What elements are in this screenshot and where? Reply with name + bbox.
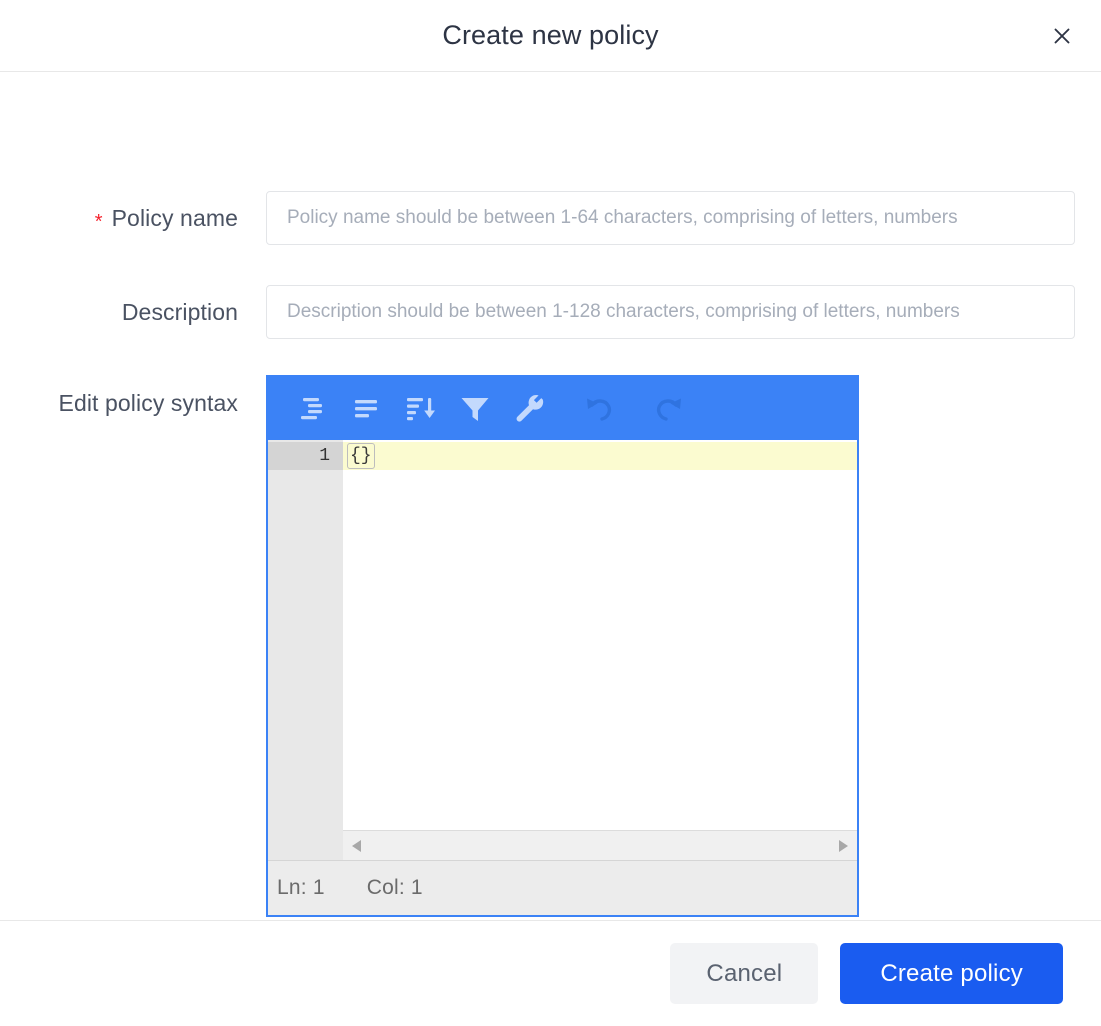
line-indicator: Ln: 1 [277,876,325,899]
editor-toolbar [268,377,857,440]
repair-button[interactable] [502,377,556,440]
dialog-body: * Policy name Description Edit policy syn… [0,72,1101,920]
dialog-footer: Cancel Create policy [0,920,1101,1026]
align-indent-icon [298,396,328,422]
horizontal-scrollbar[interactable] [343,830,857,860]
chevron-left-icon[interactable] [349,838,365,854]
page-title: Create new policy [442,20,659,50]
filter-button[interactable] [448,377,502,440]
close-button[interactable] [1045,19,1079,53]
policy-name-label: * Policy name [0,191,238,249]
policy-name-row: * Policy name [0,191,1101,249]
column-indicator: Col: 1 [366,876,423,899]
code-scroll-region[interactable]: {} [343,440,857,830]
editor-status-bar: Ln: 1 Col: 1 [268,860,857,915]
create-policy-button[interactable]: Create policy [840,943,1063,1004]
sort-descending-icon [405,395,437,423]
editor-row: Edit policy syntax 1 {} Ln: 1 Col: 1 [0,375,1101,917]
description-row: Description [0,285,1101,339]
redo-button[interactable] [642,377,696,440]
cancel-button[interactable]: Cancel [670,943,819,1004]
code-line[interactable]: {} [343,442,857,470]
line-number: 1 [268,442,343,470]
create-policy-dialog: Create new policy * Policy name Descripti… [0,0,1101,1026]
chevron-right-icon[interactable] [835,838,851,854]
undo-arrow-icon [583,394,615,424]
undo-button[interactable] [572,377,626,440]
policy-name-control [266,191,1075,245]
sort-button[interactable] [394,377,448,440]
description-input[interactable] [266,285,1075,339]
editor-main: 1 {} [268,440,857,860]
editor-control: 1 {} Ln: 1 Col: 1 [266,375,859,917]
required-marker: * [94,211,103,233]
code-token: {} [347,443,375,469]
code-area[interactable]: {} [343,440,857,860]
dialog-header: Create new policy [0,0,1101,72]
format-compact-button[interactable] [286,377,340,440]
format-expand-button[interactable] [340,377,394,440]
policy-name-label-text: Policy name [111,205,238,231]
close-icon [1052,26,1072,46]
line-number-gutter: 1 [268,440,343,860]
wrench-icon [514,394,544,424]
edit-policy-syntax-label: Edit policy syntax [58,390,238,416]
funnel-icon [459,394,491,424]
policy-syntax-editor[interactable]: 1 {} Ln: 1 Col: 1 [266,375,859,917]
description-control [266,285,1075,339]
description-label: Description [121,299,238,325]
redo-arrow-icon [653,394,685,424]
policy-name-input[interactable] [266,191,1075,245]
align-left-icon [352,396,382,422]
